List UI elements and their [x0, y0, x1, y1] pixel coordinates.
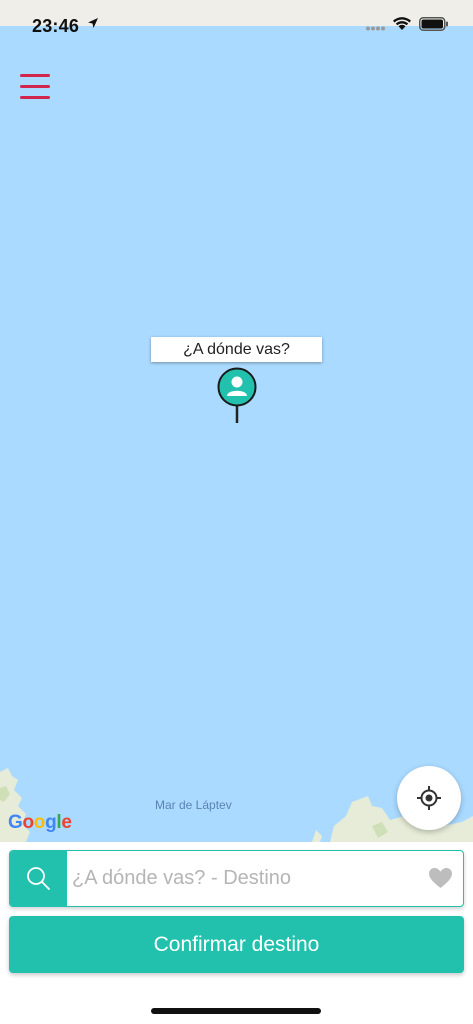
search-button[interactable] [10, 851, 67, 906]
user-pin-icon[interactable] [216, 367, 258, 425]
wifi-icon [393, 17, 411, 30]
battery-icon [419, 17, 448, 31]
hamburger-menu-icon-bar [20, 96, 50, 99]
pin-label: ¿A dónde vas? [151, 337, 322, 362]
locate-button[interactable] [397, 766, 461, 830]
bottom-panel: Confirmar destino [0, 842, 473, 1024]
cellular-signal-icon [366, 26, 385, 31]
location-arrow-icon [88, 18, 98, 28]
map-view[interactable]: ¿A dónde vas? Mar de Láptev Google [0, 0, 473, 842]
hamburger-menu-icon-bar [20, 74, 50, 77]
confirm-destination-button[interactable]: Confirmar destino [9, 916, 464, 973]
crosshair-locate-icon [417, 786, 441, 810]
google-logo: Google [8, 812, 72, 833]
hamburger-menu-icon-bar [20, 85, 50, 88]
status-time: 23:46 [32, 16, 80, 36]
destination-search-bar [9, 850, 464, 907]
home-indicator [151, 1008, 321, 1014]
sea-label: Mar de Láptev [155, 798, 232, 812]
destination-search-input[interactable] [72, 851, 422, 906]
status-bar: 23:46 [0, 0, 473, 36]
heart-icon[interactable] [428, 867, 453, 889]
menu-button[interactable] [18, 72, 52, 100]
search-icon [27, 867, 50, 890]
